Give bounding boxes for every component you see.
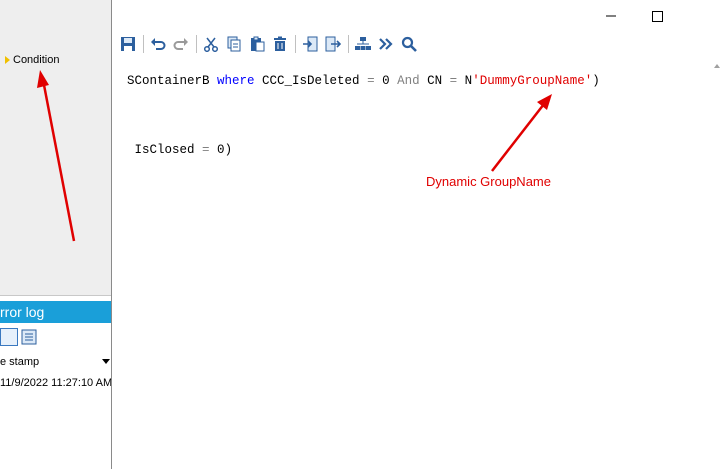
minimize-icon[interactable] [601, 8, 621, 24]
error-log-tool-button[interactable] [0, 328, 18, 346]
redo-icon[interactable] [171, 34, 191, 54]
toolbar-separator [196, 35, 197, 53]
search-icon[interactable] [399, 34, 419, 54]
code-line-2[interactable]: IsClosed = 0) [127, 143, 233, 157]
toolbar-separator [143, 35, 144, 53]
dynamic-groupname-annotation: Dynamic GroupName [426, 174, 551, 189]
error-log-clear-icon[interactable] [20, 328, 38, 348]
sort-dropdown-icon[interactable] [102, 359, 110, 364]
maximize-icon[interactable] [647, 8, 667, 24]
code-line-1[interactable]: SContainerB where CCC_IsDeleted = 0 And … [127, 74, 600, 88]
copy-icon[interactable] [224, 34, 244, 54]
paste-icon[interactable] [247, 34, 267, 54]
toolbar-separator [295, 35, 296, 53]
import-icon[interactable] [300, 34, 320, 54]
error-log-title: rror log [0, 301, 111, 323]
left-pane: Condition [0, 0, 111, 295]
export-icon[interactable] [323, 34, 343, 54]
editor-toolbar [118, 33, 422, 55]
cut-icon[interactable] [201, 34, 221, 54]
error-log-toolbar [0, 328, 38, 348]
undo-icon[interactable] [148, 34, 168, 54]
error-log-panel: rror log e stamp 11/9/2022 11:27:10 AM [0, 295, 111, 470]
network-icon[interactable] [353, 34, 373, 54]
timestamp-column-header[interactable]: e stamp [0, 356, 111, 368]
forward-icon[interactable] [376, 34, 396, 54]
expand-arrow-icon[interactable] [5, 56, 10, 64]
log-row[interactable]: 11/9/2022 11:27:10 AM [0, 377, 111, 389]
save-icon[interactable] [118, 34, 138, 54]
delete-icon[interactable] [270, 34, 290, 54]
editor-window: SContainerB where CCC_IsDeleted = 0 And … [111, 0, 721, 469]
tree-item-condition[interactable]: Condition [5, 54, 59, 66]
vertical-scrollbar[interactable] [711, 60, 721, 469]
scroll-up-icon[interactable] [714, 64, 720, 68]
toolbar-separator [348, 35, 349, 53]
tree-item-condition-label: Condition [13, 54, 60, 66]
